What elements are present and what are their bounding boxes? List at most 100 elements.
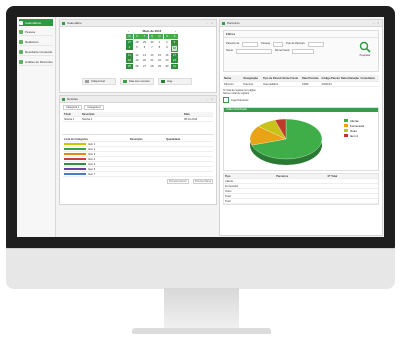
calendar-day[interactable]: 29 [156,64,163,69]
partner-from-select[interactable] [242,42,259,47]
legend-label: Item 4 [350,134,358,138]
calendar-day[interactable]: 5 [134,45,141,50]
category-cell: Item 2 [63,148,129,151]
calendar-day[interactable]: 20 [141,58,148,63]
calendar-day[interactable]: 29 [141,40,148,45]
table-row[interactable]: Parceiro Parceiro Intermediário 24/06 24/06/… [223,82,379,87]
table-cell: Outro [225,189,232,193]
calendar-day[interactable]: 28 [134,40,141,45]
pager-next-button[interactable]: Próxima Última [192,179,213,184]
table-row[interactable]: Notícia 1 Notícia 1 08-10-2014 [63,117,213,122]
tab-category-2[interactable]: Categoria 2 [84,105,104,110]
calendar-day[interactable]: 6 [141,45,148,50]
notes-tabs: Categoria 1 Categoria 2 [60,103,216,112]
calendar-day[interactable]: 9 [164,45,171,50]
filter-row-1: Parceiro de Pessoa Tipo de Parceiro [224,38,378,47]
calendar-day[interactable]: 19 [134,58,141,63]
calendar-day[interactable]: 30 [149,40,156,45]
sidebar-item-calendarios[interactable]: Calendários [19,19,53,26]
calendar-day[interactable]: 25 [126,63,133,69]
calendar-panel: Calendário – × ‹ Maio de 2014 › DSTQQSS2… [59,19,217,93]
column-header[interactable]: Código Parceiro [321,77,341,80]
calendar-day[interactable]: 15 [156,53,163,58]
legend-unavailable: Indisponível [82,78,116,85]
sidebar-item-analise[interactable]: Análise de Diretórios [19,58,53,66]
pager-prev-button[interactable]: Primeira Anterior [166,179,189,184]
next-month-button[interactable]: › [175,29,176,33]
calendar-day[interactable]: 27 [141,64,148,69]
legend-swatch [344,129,348,132]
add-partner-row[interactable]: Ligar Parceiros [220,95,382,105]
calendar-day[interactable]: 31 [171,63,178,69]
panel-controls[interactable]: – × [207,21,214,25]
sidebar-item-resultado[interactable]: Resultado Conteúdo [19,48,53,56]
category-cell: Item 7 [63,173,129,176]
month-label: Maio de 2014 [142,29,162,33]
column-header[interactable]: Comentário [360,77,380,80]
partner-type-select[interactable] [307,42,324,47]
column-header[interactable]: Data Alteração [340,77,360,80]
calendar-day[interactable]: 18 [126,58,133,63]
fiscal-name-input[interactable] [292,49,315,54]
calendar-icon [19,20,23,25]
notes-panel-title: Notícias [67,97,78,101]
category-cell: Item 4 [63,158,129,161]
prev-month-button[interactable]: ‹ [128,29,129,33]
calendar-day[interactable]: 23 [164,58,171,63]
calendar-day[interactable]: 14 [149,53,156,58]
column-header[interactable]: Nome [223,77,243,80]
column-header[interactable]: Nome Fiscal [282,77,302,80]
calendar-day[interactable]: 11 [126,52,133,58]
column-header[interactable]: Tipo de Parceiro [262,77,282,80]
filter-row-2: Nome Nome Fiscal [224,47,378,54]
weekday-header: S [133,34,141,39]
legend-label: Indisponível [91,80,105,83]
sidebar-item-label: Pessoa [25,29,36,34]
partners-icon [222,21,225,25]
sidebar-item-pessoa[interactable]: Pessoa [19,28,53,36]
table-cell: Parceiro [243,82,254,86]
cell-desc[interactable]: Notícia 1 [81,118,183,121]
calendar-day[interactable]: 2 [164,40,171,45]
calendar-day[interactable]: 16 [164,53,171,58]
calendar-day[interactable]: 13 [141,53,148,58]
search-label: Pesquisar [359,54,371,57]
table-cell: Fornecedor [225,184,239,188]
sidebar-item-relatorios[interactable]: Relatórios [19,38,53,46]
legend-label: Dias sem eventos [129,80,150,83]
column-header: Data [184,112,190,116]
person-select[interactable] [272,42,283,47]
calendar-day[interactable]: 8 [156,45,163,50]
calendar-day[interactable]: 24 [171,58,178,63]
calendar-day[interactable]: 26 [134,64,141,69]
column-header[interactable]: Designação [243,77,263,80]
calendar-day[interactable]: 22 [156,58,163,63]
column-header[interactable]: Data Prevista [301,77,321,80]
column-header: Título [64,112,72,116]
legend-label: Outro [350,129,357,133]
calendar-day[interactable]: 30 [164,64,171,69]
table-cell: 24/06 [302,82,309,86]
calendar-day[interactable]: 3 [171,39,178,45]
calendar-day[interactable]: 21 [149,58,156,63]
add-partner-label: Ligar Parceiros [231,98,249,102]
calendar-day[interactable]: 17 [171,52,178,58]
calendar-day[interactable]: 4 [126,45,133,50]
column-header: Lista de Categorias [64,137,88,141]
panel-controls[interactable]: – × [207,97,214,101]
calendar-day[interactable]: 12 [134,53,141,58]
category-label: Item 2 [88,147,96,151]
search-button[interactable]: Pesquisar [356,41,374,57]
weekday-header: D [126,34,133,39]
calendar-day[interactable]: 7 [149,45,156,50]
divider [62,134,214,135]
legend-swatch [123,80,127,83]
calendar-day[interactable]: 10 [171,45,178,52]
calendar-day[interactable]: 28 [149,64,156,69]
calendar-day[interactable]: 1 [156,40,163,45]
calendar-day[interactable]: 27 [126,39,133,45]
tab-category-1[interactable]: Categoria 1 [63,105,83,110]
name-input[interactable] [235,49,272,54]
panel-controls[interactable]: – × [373,21,380,25]
distribution-table: Tipo Parceiros Nº Total Cliente Fornecedor O… [223,173,379,205]
